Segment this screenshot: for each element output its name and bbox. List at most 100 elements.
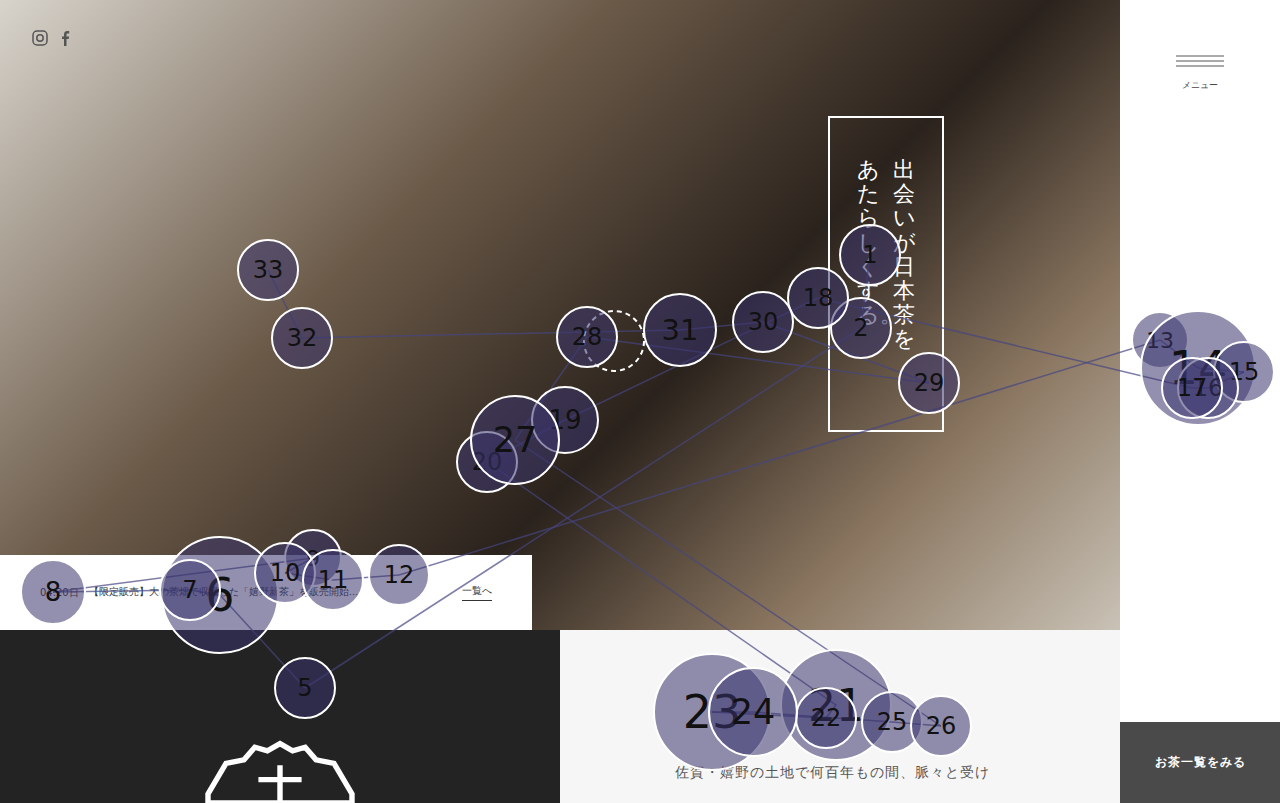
diagram-link — [680, 322, 763, 330]
tagline-column: 出会いが日本茶を — [893, 158, 915, 430]
menu-button[interactable]: メニュー — [1120, 0, 1280, 92]
diagram-node: 23 — [654, 654, 770, 770]
diagram-node: 9 — [285, 530, 341, 586]
diagram-node: 33 — [238, 240, 298, 300]
diagram-link — [1198, 368, 1244, 372]
svg-text:12: 12 — [384, 561, 415, 589]
instagram-icon[interactable] — [32, 30, 48, 46]
diagram-link — [220, 595, 305, 688]
diagram-node: 26 — [911, 696, 971, 756]
sidebar: メニュー お茶一覧をみる — [1120, 0, 1280, 803]
diagram-node: 1 — [840, 225, 900, 285]
svg-text:27: 27 — [493, 420, 538, 460]
tea-list-button[interactable]: お茶一覧をみる — [1120, 722, 1280, 803]
diagram-link — [861, 255, 870, 328]
diagram-link — [826, 705, 836, 718]
diagram-node: 13 — [1132, 312, 1188, 368]
diagram-link — [285, 558, 313, 573]
diagram-node: 22 — [796, 688, 856, 748]
svg-text:15: 15 — [1229, 358, 1260, 386]
diagram-link — [1160, 340, 1198, 368]
diagram-node: 28 — [557, 307, 617, 367]
diagram-link — [515, 440, 941, 726]
svg-text:9: 9 — [306, 546, 320, 571]
diagram-node: 19 — [532, 387, 598, 453]
svg-text:32: 32 — [287, 324, 318, 352]
news-headline[interactable]: 【限定販売】大の茶畑で収穫した「嬉野新茶」を販売開始… — [89, 586, 452, 599]
diagram-node: 15 — [1214, 342, 1274, 402]
social-links — [32, 30, 70, 46]
menu-label: メニュー — [1182, 79, 1218, 92]
svg-text:13: 13 — [1146, 328, 1174, 353]
diagram-node: 7 — [160, 560, 220, 620]
svg-text:29: 29 — [914, 369, 945, 397]
svg-text:17: 17 — [1177, 374, 1208, 402]
diagram-node: 27 — [471, 396, 559, 484]
diagram-node: 25 — [862, 692, 922, 752]
diagram-link — [333, 575, 399, 580]
diagram-link — [818, 298, 1192, 388]
diagram-node: 2 — [831, 298, 891, 358]
svg-text:5: 5 — [297, 674, 312, 702]
svg-text:23: 23 — [683, 685, 742, 739]
diagram-link — [399, 340, 1160, 575]
menu-icon — [1176, 55, 1224, 67]
intro-panel: 佐賀・嬉野の土地で何百年もの間、脈々と受け — [560, 630, 1120, 803]
brand-logo-icon — [190, 740, 370, 803]
tagline-column: あたらしくする。 — [857, 158, 879, 430]
diagram-link — [268, 270, 302, 338]
lower-row: 佐賀・嬉野の土地で何百年もの間、脈々と受け — [0, 630, 1120, 803]
diagram-node: 18 — [788, 268, 848, 328]
diagram-node: 6 — [162, 537, 278, 653]
diagram-node: 24 — [709, 668, 797, 756]
svg-text:1: 1 — [862, 241, 877, 269]
hero-photo: 出会いが日本茶をあたらしくする。 04.20日 【限定販売】大の茶畑で収穫した「… — [0, 0, 1120, 630]
diagram-node — [584, 311, 644, 371]
diagram-node: 5 — [275, 658, 335, 718]
diagram-node: 11 — [303, 550, 363, 610]
svg-text:10: 10 — [270, 559, 301, 587]
diagram-link — [753, 712, 892, 722]
svg-text:19: 19 — [548, 405, 581, 435]
diagram-link — [712, 712, 826, 718]
diagram-node: 17 — [1162, 358, 1222, 418]
diagram-node: 16 — [1178, 358, 1238, 418]
diagram-link — [487, 462, 836, 705]
diagram-link — [587, 337, 929, 383]
svg-text:16: 16 — [1193, 374, 1224, 402]
news-more-link[interactable]: 一覧へ — [462, 584, 492, 601]
diagram-link — [305, 328, 861, 688]
news-date: 04.20日 — [40, 586, 79, 600]
diagram-node: 14 — [1141, 311, 1255, 425]
diagram-node: 8 — [21, 560, 85, 624]
svg-text:20: 20 — [472, 448, 503, 476]
diagram-node: 20 — [457, 432, 517, 492]
svg-text:24: 24 — [731, 692, 776, 732]
svg-text:30: 30 — [748, 308, 779, 336]
diagram-node: 29 — [899, 353, 959, 413]
svg-text:25: 25 — [877, 708, 908, 736]
svg-text:26: 26 — [926, 712, 957, 740]
diagram-link — [565, 298, 818, 420]
gaze-diagram: 1256789101112131415161718192021222324252… — [0, 0, 1280, 803]
svg-text:11: 11 — [318, 566, 349, 594]
page: 出会いが日本茶をあたらしくする。 04.20日 【限定販売】大の茶畑で収穫した「… — [0, 0, 1280, 803]
diagram-link — [515, 337, 587, 440]
svg-text:2: 2 — [853, 314, 868, 342]
svg-text:14: 14 — [1169, 341, 1228, 395]
diagram-link — [53, 558, 313, 592]
diagram-link — [487, 420, 565, 462]
news-bar: 04.20日 【限定販売】大の茶畑で収穫した「嬉野新茶」を販売開始… 一覧へ — [0, 555, 532, 630]
tagline-box: 出会いが日本茶をあたらしくする。 — [828, 116, 944, 432]
diagram-link — [190, 590, 220, 595]
diagram-node: 10 — [255, 543, 315, 603]
svg-text:22: 22 — [811, 704, 842, 732]
svg-text:7: 7 — [182, 576, 197, 604]
diagram-node: 21 — [781, 650, 891, 760]
facebook-icon[interactable] — [60, 30, 70, 46]
main-column: 出会いが日本茶をあたらしくする。 04.20日 【限定販売】大の茶畑で収穫した「… — [0, 0, 1120, 803]
svg-text:6: 6 — [205, 568, 234, 622]
diagram-node: 12 — [369, 545, 429, 605]
intro-text: 佐賀・嬉野の土地で何百年もの間、脈々と受け — [675, 764, 1120, 782]
svg-text:31: 31 — [662, 313, 699, 347]
